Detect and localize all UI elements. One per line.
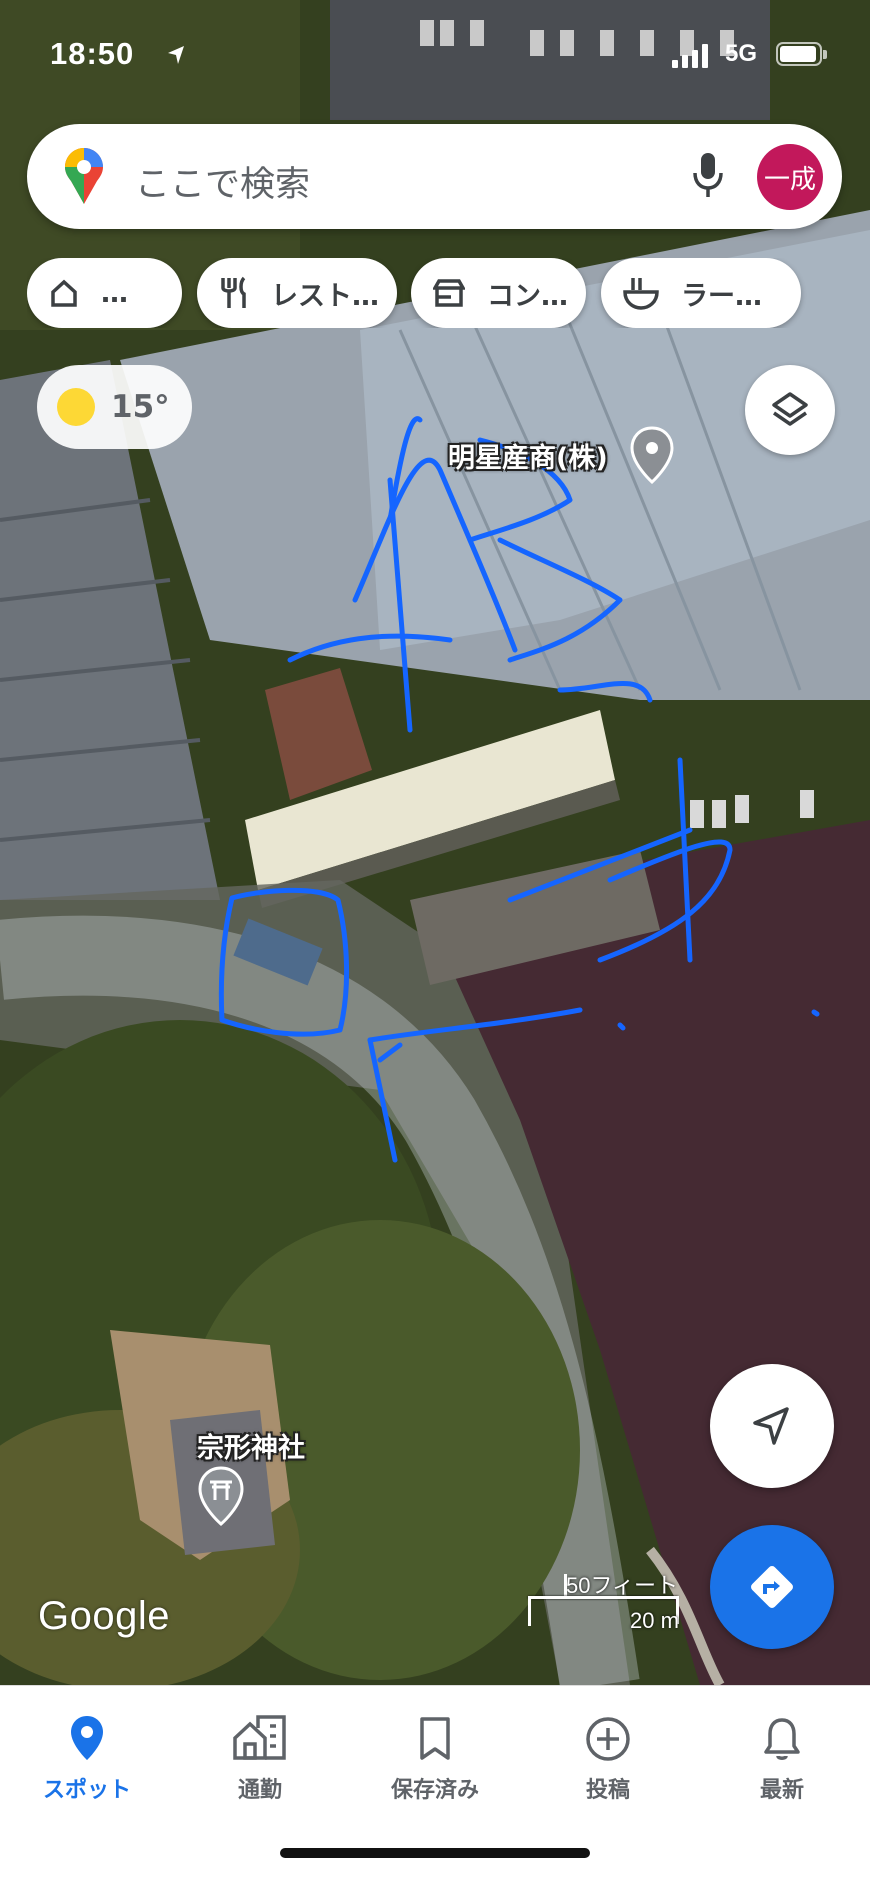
chip-label: …: [101, 277, 128, 309]
my-location-button[interactable]: [710, 1364, 834, 1488]
search-bar[interactable]: ここで検索 一成: [27, 124, 842, 229]
nav-saved[interactable]: 保存済み: [365, 1706, 505, 1804]
saved-bookmark-icon: [420, 1717, 450, 1760]
nav-explore[interactable]: スポット: [17, 1706, 157, 1804]
store-icon: [433, 279, 465, 307]
ramen-icon: [623, 278, 659, 310]
google-attribution: Google: [38, 1594, 170, 1638]
account-avatar[interactable]: 一成: [757, 144, 823, 210]
contribute-plus-icon: [586, 1717, 630, 1761]
battery-icon: [776, 42, 827, 66]
chip-convenience[interactable]: コン…: [411, 258, 586, 328]
temperature: 15°: [111, 389, 170, 425]
search-input[interactable]: ここで検索: [135, 156, 310, 207]
nav-label: 投稿: [585, 1778, 630, 1803]
nav-label: 最新: [759, 1778, 804, 1803]
navigation-arrow-icon: [753, 1407, 789, 1445]
weather-pill[interactable]: 15°: [37, 365, 192, 449]
chip-label: レスト…: [271, 280, 379, 312]
explore-pin-icon: [71, 1716, 103, 1760]
nav-label: 通勤: [237, 1778, 282, 1803]
map-scale: 50フィート 20 m: [528, 1568, 688, 1633]
poi-label-shrine[interactable]: 宗形神社: [197, 1426, 305, 1465]
layers-button[interactable]: [745, 365, 835, 455]
commute-icon: [233, 1715, 286, 1760]
status-bar: 18:50 5G: [0, 0, 870, 110]
scale-metric-label: 20 m: [630, 1608, 679, 1633]
nav-commute[interactable]: 通勤: [190, 1706, 330, 1804]
nav-label: 保存済み: [390, 1778, 479, 1803]
poi-label-company[interactable]: 明星産商(株): [448, 436, 608, 475]
updates-bell-icon: [764, 1718, 800, 1760]
cellular-signal-icon: [672, 44, 708, 68]
chip-ramen[interactable]: ラー…: [601, 258, 801, 328]
home-indicator: [280, 1848, 590, 1858]
home-icon: [51, 279, 77, 307]
category-chips: … レスト… コン… ラー…: [27, 258, 870, 328]
directions-icon: [751, 1566, 793, 1608]
nav-contribute[interactable]: 投稿: [538, 1706, 678, 1804]
network-type: 5G: [725, 40, 758, 67]
chip-restaurants[interactable]: レスト…: [197, 258, 397, 328]
chip-label: ラー…: [681, 280, 762, 312]
chip-label: コン…: [487, 280, 568, 312]
google-maps-logo-icon: [65, 148, 103, 204]
location-arrow-icon: [168, 46, 184, 64]
layers-icon: [772, 392, 808, 426]
status-time: 18:50: [50, 36, 135, 71]
nav-label: スポット: [42, 1778, 131, 1803]
nav-updates[interactable]: 最新: [712, 1706, 852, 1804]
directions-button[interactable]: [710, 1525, 834, 1649]
chip-home[interactable]: …: [27, 258, 182, 328]
restaurant-icon: [221, 276, 246, 308]
microphone-icon[interactable]: [692, 151, 724, 201]
sun-icon: [57, 388, 95, 426]
